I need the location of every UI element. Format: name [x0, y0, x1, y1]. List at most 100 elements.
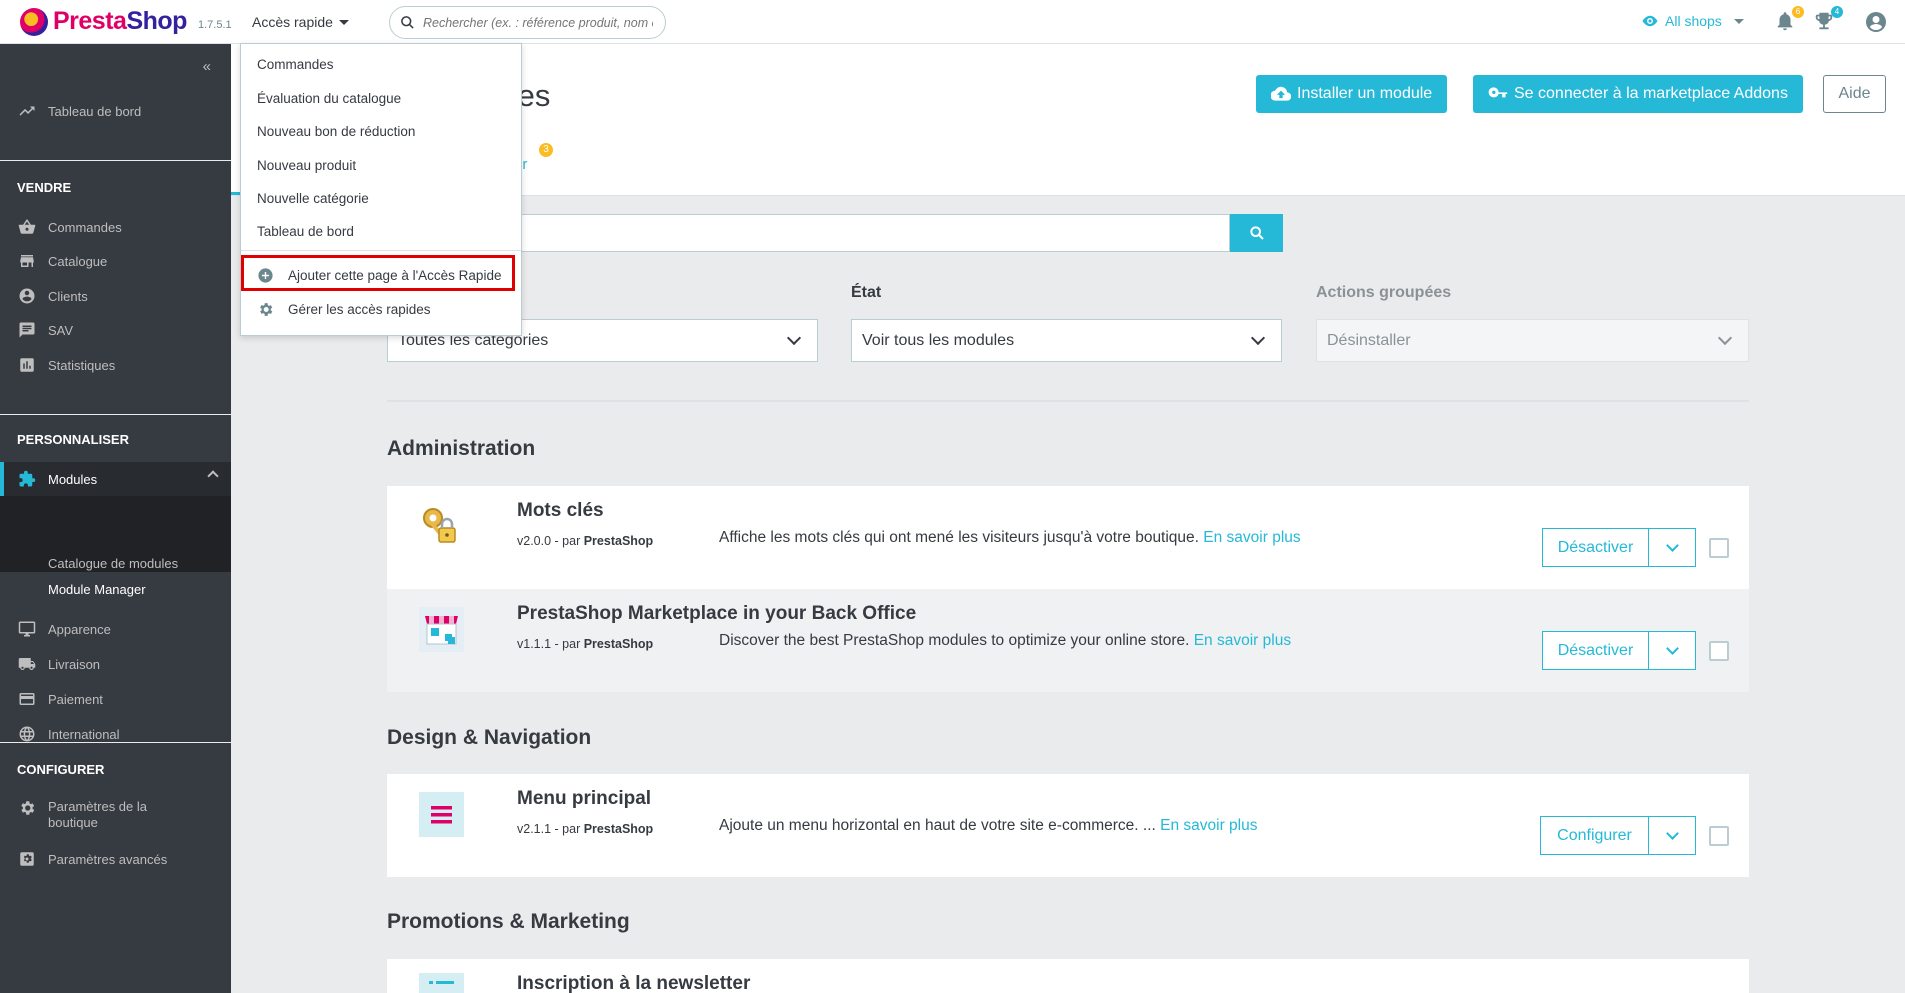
- quick-access-item[interactable]: Nouvelle catégorie: [257, 191, 369, 206]
- module-description: Affiche les mots clés qui ont mené les v…: [719, 529, 1301, 547]
- bulk-actions-select[interactable]: Désinstaller: [1316, 319, 1749, 362]
- module-actions-dropdown[interactable]: [1648, 631, 1696, 670]
- chevron-down-icon: [786, 330, 802, 345]
- chevron-down-icon: [1717, 330, 1733, 345]
- sidebar-item-catalog[interactable]: Catalogue: [0, 248, 231, 274]
- module-version-text: v2.1.1 - par: [517, 822, 581, 836]
- divider: [0, 414, 231, 415]
- header-search-input[interactable]: [423, 15, 653, 30]
- help-button[interactable]: Aide: [1823, 75, 1886, 113]
- sidebar-item-label: Paramètres avancés: [48, 851, 168, 867]
- manage-quick-access-button[interactable]: Gérer les accès rapides: [257, 301, 431, 318]
- sidebar-item-payment[interactable]: Paiement: [0, 686, 231, 712]
- module-author: PrestaShop: [583, 534, 654, 548]
- module-description-text: Affiche les mots clés qui ont mené les v…: [719, 529, 1199, 546]
- marketplace-store-icon: [419, 607, 464, 652]
- quick-access-item[interactable]: Nouveau bon de réduction: [257, 124, 415, 139]
- section-configure: CONFIGURER: [17, 762, 105, 777]
- divider: [0, 160, 231, 161]
- chevron-down-icon: [1665, 826, 1679, 840]
- newsletter-icon: [419, 973, 464, 993]
- prestashop-puffin-icon: [20, 7, 48, 36]
- sidebar-item-international[interactable]: International: [0, 721, 231, 747]
- quick-access-item[interactable]: Évaluation du catalogue: [257, 91, 401, 106]
- category-title: Design & Navigation: [387, 726, 592, 749]
- sidebar-item-label: Clients: [48, 288, 88, 304]
- chevron-down-icon: [1665, 641, 1679, 655]
- sidebar-item-label: SAV: [48, 322, 74, 338]
- sidebar-item-dashboard[interactable]: Tableau de bord: [0, 98, 231, 124]
- user-circle-icon: [1866, 12, 1886, 32]
- gear-icon: [21, 801, 35, 815]
- add-circle-icon: [258, 268, 273, 283]
- manage-quick-access-label: Gérer les accès rapides: [288, 302, 431, 317]
- quick-access-toggle[interactable]: Accès rapide: [252, 14, 349, 30]
- filters-divider: [387, 400, 1749, 402]
- module-search-button[interactable]: [1230, 214, 1283, 252]
- module-card: PrestaShop Marketplace in your Back Offi…: [387, 589, 1749, 692]
- account-button[interactable]: [1864, 10, 1888, 34]
- sidebar-item-advanced-parameters[interactable]: Paramètres avancés: [0, 846, 231, 872]
- quick-access-item[interactable]: Nouveau produit: [257, 158, 356, 173]
- module-checkbox[interactable]: [1709, 538, 1729, 558]
- caret-down-icon: [338, 19, 349, 25]
- sidebar-item-label: Apparence: [48, 621, 111, 637]
- module-name: Mots clés: [517, 500, 604, 521]
- sidebar-item-modules[interactable]: Modules: [0, 466, 231, 492]
- sidebar-item-label: Paiement: [48, 691, 103, 707]
- chevron-up-icon: [207, 470, 219, 482]
- category-title: Administration: [387, 437, 536, 460]
- top-header: PrestaShop 1.7.5.1 Accès rapide All shop…: [0, 0, 1905, 44]
- module-actions-dropdown[interactable]: [1648, 816, 1696, 855]
- module-name: Menu principal: [517, 788, 652, 809]
- header-search[interactable]: [389, 6, 666, 39]
- sidebar-item-orders[interactable]: Commandes: [0, 214, 231, 240]
- prestashop-logo[interactable]: PrestaShop: [20, 7, 187, 36]
- configure-module-button[interactable]: Configurer: [1540, 816, 1649, 855]
- module-description-text: Ajoute un menu horizontal en haut de vot…: [719, 817, 1156, 834]
- module-checkbox[interactable]: [1709, 641, 1729, 661]
- read-more-link[interactable]: En savoir plus: [1194, 632, 1291, 649]
- gear-icon: [260, 303, 273, 316]
- account-circle-icon: [19, 288, 35, 304]
- main-menu-icon: [419, 792, 464, 837]
- read-more-link[interactable]: En savoir plus: [1160, 817, 1257, 834]
- truck-icon: [18, 658, 36, 670]
- sidebar-item-module-catalog[interactable]: Catalogue de modules: [48, 556, 178, 571]
- sidebar-item-appearance[interactable]: Apparence: [0, 616, 231, 642]
- add-to-quick-access-label: Ajouter cette page à l'Accès Rapide: [288, 268, 502, 283]
- connect-addons-button[interactable]: Se connecter à la marketplace Addons: [1473, 75, 1803, 113]
- disable-module-button[interactable]: Désactiver: [1542, 528, 1649, 567]
- sidebar-item-customer-service[interactable]: SAV: [0, 317, 231, 343]
- status-filter-select[interactable]: Voir tous les modules: [851, 319, 1282, 362]
- sidebar-item-label: Commandes: [48, 219, 122, 235]
- module-checkbox[interactable]: [1709, 826, 1729, 846]
- globe-icon: [19, 726, 35, 742]
- sidebar-item-module-manager[interactable]: Module Manager: [48, 582, 146, 597]
- disable-module-button[interactable]: Désactiver: [1542, 631, 1649, 670]
- quick-access-item[interactable]: Commandes: [257, 57, 334, 72]
- read-more-link[interactable]: En savoir plus: [1203, 529, 1300, 546]
- module-description: Ajoute un menu horizontal en haut de vot…: [719, 817, 1258, 835]
- module-actions-dropdown[interactable]: [1648, 528, 1696, 567]
- bulk-actions-label: Actions groupées: [1316, 284, 1452, 301]
- quick-access-item[interactable]: Tableau de bord: [257, 224, 354, 239]
- sidebar: « Tableau de bord VENDRE Commandes Catal…: [0, 44, 231, 993]
- caret-down-icon: [1733, 18, 1744, 24]
- status-filter-value: Voir tous les modules: [862, 331, 1015, 349]
- chevron-down-icon: [1250, 330, 1266, 345]
- install-module-button[interactable]: Installer un module: [1256, 75, 1448, 113]
- bar-chart-icon: [20, 358, 34, 372]
- sidebar-item-shop-parameters[interactable]: Paramètres de la boutique: [0, 799, 231, 833]
- add-to-quick-access-button[interactable]: Ajouter cette page à l'Accès Rapide: [257, 267, 501, 284]
- module-card: Inscription à la newsletter: [387, 959, 1749, 993]
- sidebar-item-label: Modules: [48, 471, 98, 487]
- collapse-sidebar-icon[interactable]: «: [203, 58, 211, 75]
- sidebar-item-customers[interactable]: Clients: [0, 283, 231, 309]
- orders-notification-button[interactable]: 4: [1813, 6, 1843, 34]
- module-version-text: v1.1.1 - par: [517, 637, 581, 651]
- sidebar-item-shipping[interactable]: Livraison: [0, 651, 231, 677]
- all-shops-selector[interactable]: All shops: [1641, 12, 1744, 30]
- notifications-button[interactable]: 6: [1774, 6, 1804, 34]
- sidebar-item-stats[interactable]: Statistiques: [0, 352, 231, 378]
